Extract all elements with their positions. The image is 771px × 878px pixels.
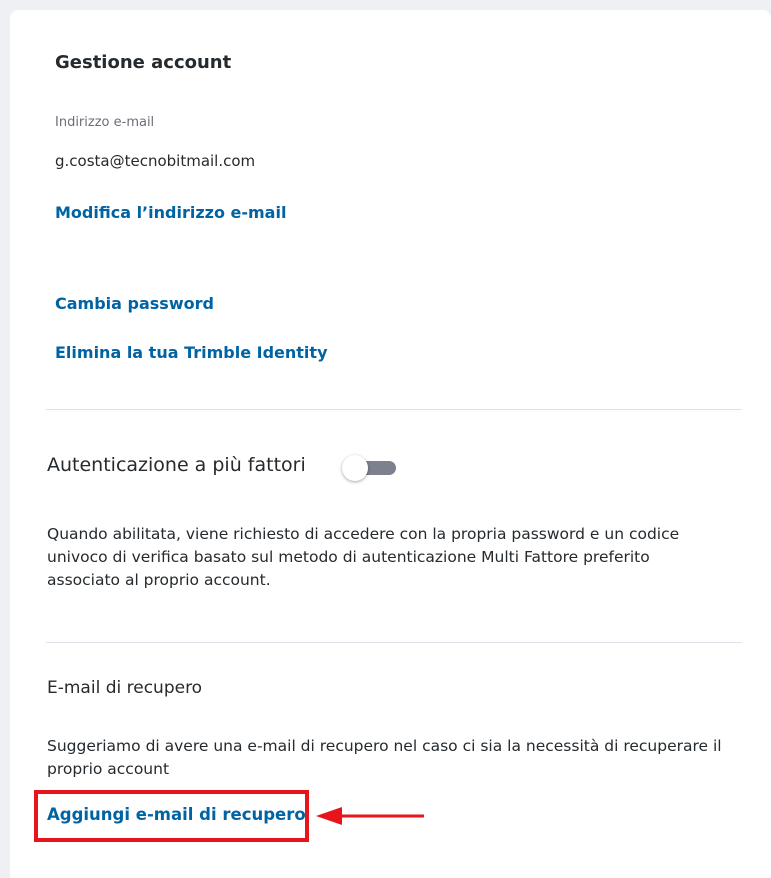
mfa-toggle[interactable] [342,455,398,481]
account-management-title: Gestione account [55,52,232,73]
add-recovery-email-link[interactable]: Aggiungi e-mail di recupero [47,805,306,824]
delete-identity-link[interactable]: Elimina la tua Trimble Identity [55,343,328,362]
mfa-toggle-knob [342,455,368,481]
email-address-label: Indirizzo e-mail [55,115,155,130]
modify-email-link[interactable]: Modifica l’indirizzo e-mail [55,203,286,222]
mfa-title: Autenticazione a più fattori [47,454,306,476]
section-divider [46,409,742,410]
annotation-arrow-icon [316,807,424,825]
section-divider [46,642,742,643]
account-settings-card: Gestione account Indirizzo e-mail g.cost… [10,10,771,878]
recovery-email-title: E-mail di recupero [47,678,203,698]
email-address-value: g.costa@tecnobitmail.com [55,152,256,170]
recovery-email-description: Suggeriamo di avere una e-mail di recupe… [47,737,722,778]
mfa-description: Quando abilitata, viene richiesto di acc… [47,525,680,589]
change-password-link[interactable]: Cambia password [55,294,214,313]
